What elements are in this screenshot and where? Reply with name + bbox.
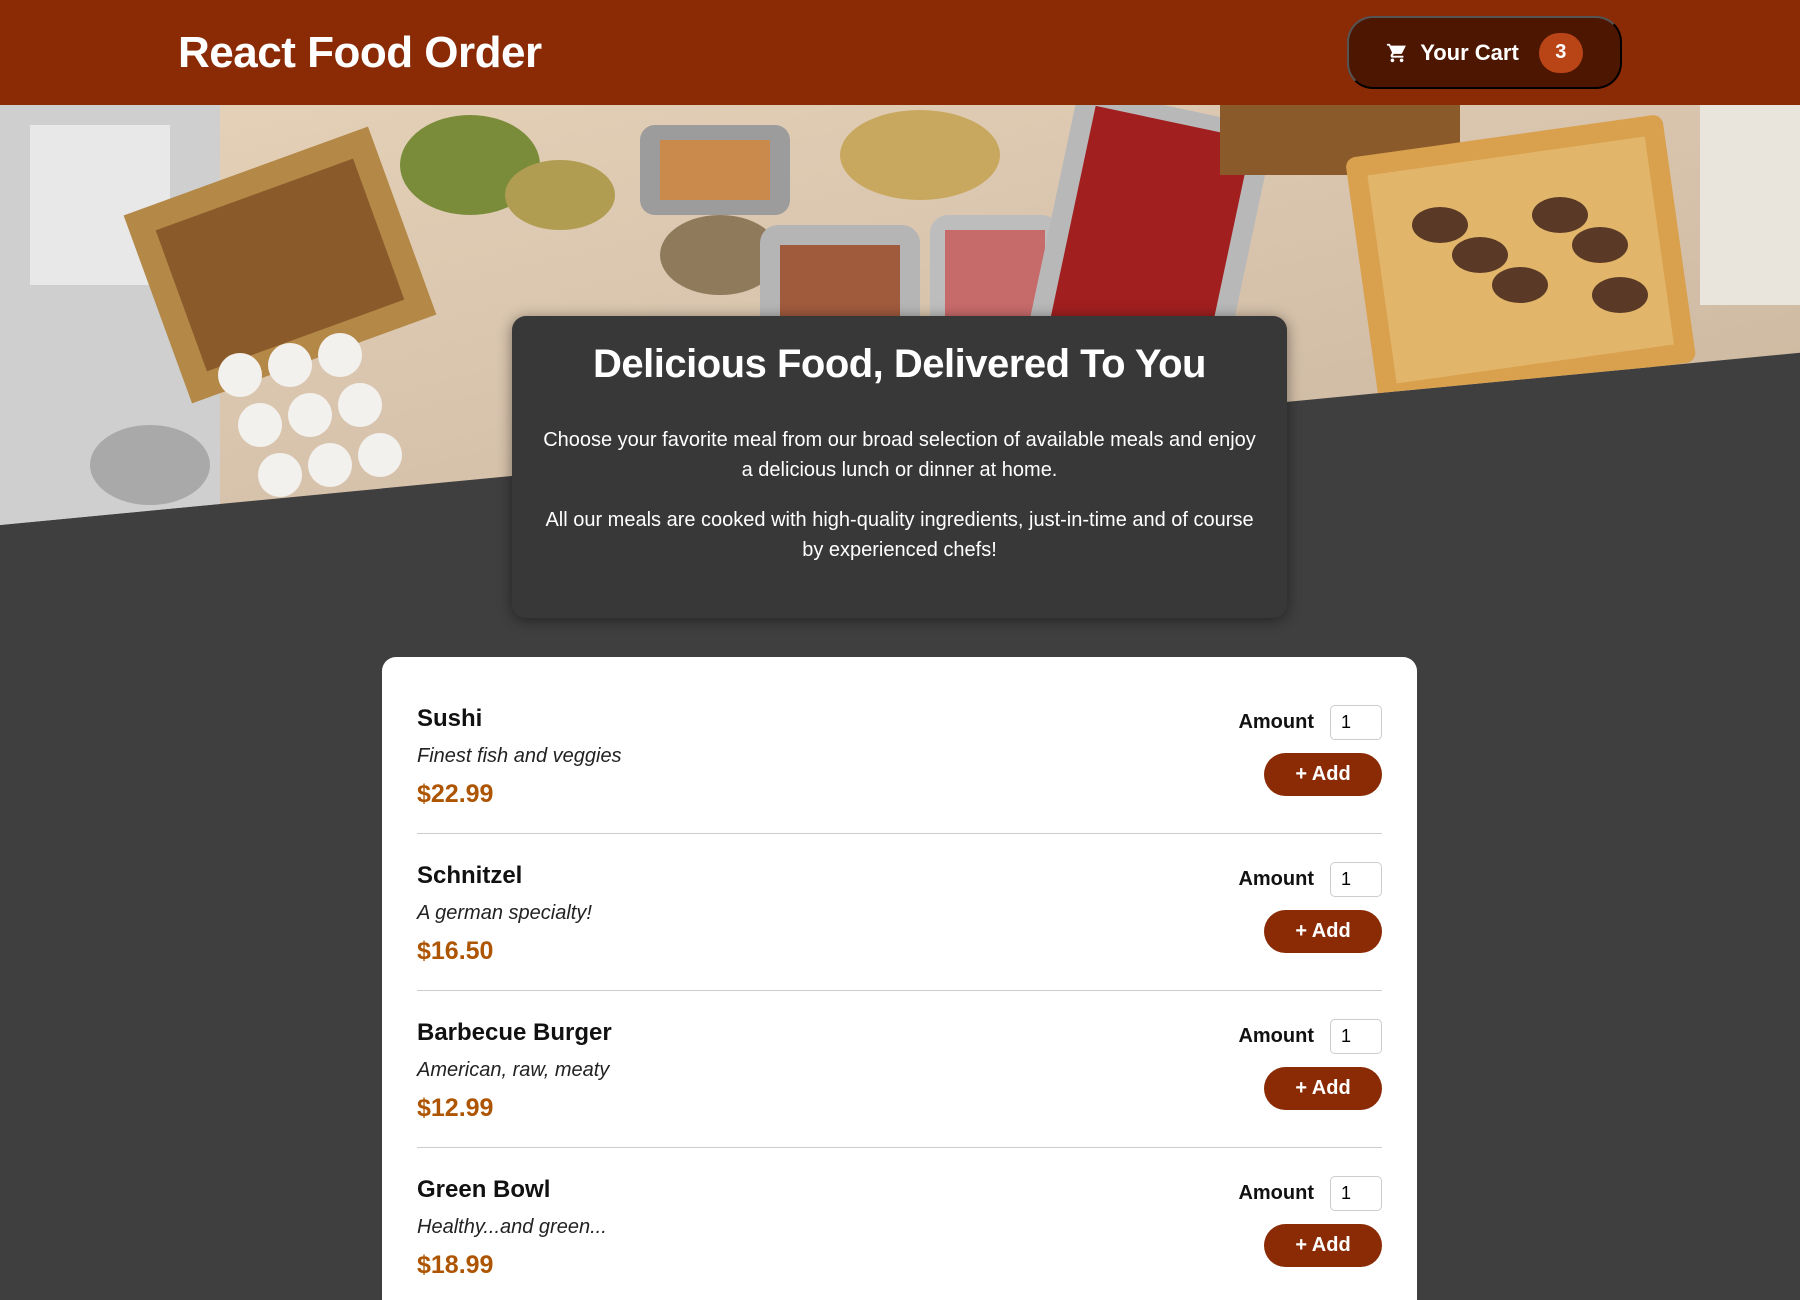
amount-label: Amount — [1238, 868, 1314, 890]
meal-name: Schnitzel — [417, 862, 523, 889]
amount-input[interactable] — [1330, 1019, 1382, 1054]
meal-price: $18.99 — [417, 1251, 494, 1279]
amount-label: Amount — [1238, 1182, 1314, 1204]
meal-item-sushi: Sushi Finest fish and veggies $22.99 Amo… — [417, 677, 1382, 834]
meal-name: Green Bowl — [417, 1176, 551, 1203]
meal-price: $16.50 — [417, 937, 494, 965]
add-button[interactable]: + Add — [1264, 1224, 1382, 1267]
meal-name: Sushi — [417, 705, 483, 732]
cart-count-badge: 3 — [1538, 32, 1583, 73]
add-button[interactable]: + Add — [1264, 1067, 1382, 1110]
meal-form: Amount + Add — [1238, 705, 1382, 833]
meals-list: Sushi Finest fish and veggies $22.99 Amo… — [382, 657, 1417, 1300]
meal-description: Healthy...and green... — [417, 1216, 607, 1238]
summary-card: Delicious Food, Delivered To You Choose … — [512, 316, 1287, 618]
meal-description: Finest fish and veggies — [417, 745, 622, 767]
meal-description: A german specialty! — [417, 902, 592, 924]
app-header: React Food Order Your Cart 3 — [0, 0, 1800, 105]
amount-input[interactable] — [1330, 1176, 1382, 1211]
summary-paragraph-2: All our meals are cooked with high-quali… — [545, 509, 1254, 561]
amount-input[interactable] — [1330, 705, 1382, 740]
add-button[interactable]: + Add — [1264, 753, 1382, 796]
summary-heading: Delicious Food, Delivered To You — [593, 342, 1206, 386]
summary-paragraph-1: Choose your favorite meal from our broad… — [543, 429, 1256, 481]
amount-label: Amount — [1238, 711, 1314, 733]
cart-icon — [1386, 42, 1408, 64]
add-button[interactable]: + Add — [1264, 910, 1382, 953]
meal-item-barbecue-burger: Barbecue Burger American, raw, meaty $12… — [417, 991, 1382, 1148]
meal-price: $22.99 — [417, 780, 494, 808]
meal-item-green-bowl: Green Bowl Healthy...and green... $18.99… — [417, 1148, 1382, 1300]
meal-description: American, raw, meaty — [417, 1059, 610, 1081]
meal-form: Amount + Add — [1238, 862, 1382, 990]
meal-item-schnitzel: Schnitzel A german specialty! $16.50 Amo… — [417, 834, 1382, 991]
meal-name: Barbecue Burger — [417, 1019, 612, 1046]
app-title: React Food Order — [178, 27, 542, 77]
meal-price: $12.99 — [417, 1094, 494, 1122]
meal-form: Amount + Add — [1238, 1019, 1382, 1147]
meal-form: Amount + Add — [1238, 1176, 1382, 1300]
amount-input[interactable] — [1330, 862, 1382, 897]
amount-label: Amount — [1238, 1025, 1314, 1047]
cart-button[interactable]: Your Cart 3 — [1347, 16, 1622, 89]
cart-label: Your Cart — [1420, 39, 1519, 65]
